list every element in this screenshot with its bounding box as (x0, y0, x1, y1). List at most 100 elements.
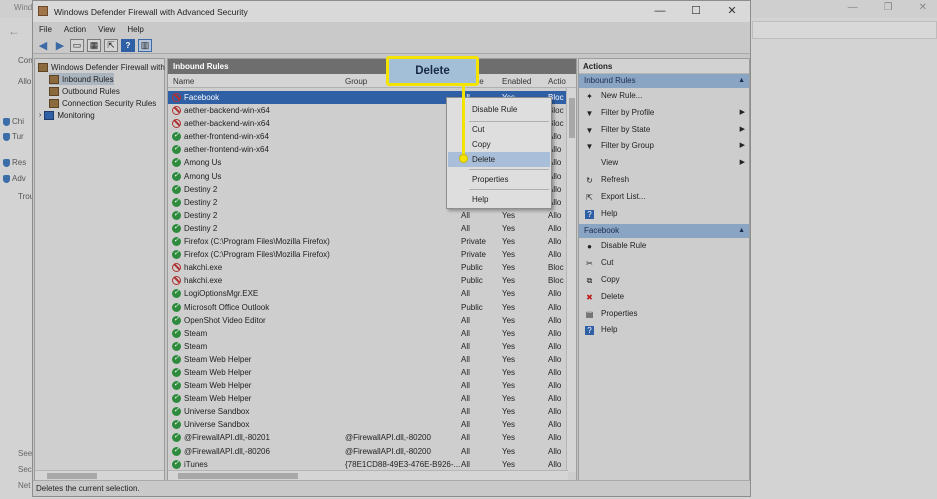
bg-restore-icon: ❐ (883, 2, 893, 13)
action-export-list[interactable]: ⇱ Export List... (579, 189, 749, 206)
rule-action: Allo (548, 446, 562, 456)
table-row[interactable]: @FirewallAPI.dll,-80201 @FirewallAPI.dll,… (168, 431, 568, 444)
list-vertical-scrollbar[interactable] (566, 88, 576, 472)
action-delete[interactable]: ✖ Delete (579, 289, 749, 306)
toolbar: ◀ ▶ ▭ ▦ ⇱ ? ▥ (33, 37, 750, 54)
table-row[interactable]: Steam Web Helper All Yes Allo (168, 379, 568, 392)
rule-action: Allo (548, 237, 562, 247)
help-icon[interactable]: ? (121, 38, 135, 52)
column-header-name[interactable]: Name (173, 77, 194, 86)
tree-item-inbound-rules[interactable]: Inbound Rules (49, 73, 114, 85)
actions-section-inbound-rules[interactable]: Inbound Rules (579, 74, 749, 88)
rule-profile: All (461, 420, 470, 430)
allow-rule-icon (172, 223, 181, 233)
action-help[interactable]: ? Help (579, 322, 749, 339)
rule-name: Universe Sandbox (184, 420, 250, 430)
table-row[interactable]: hakchi.exe Public Yes Bloc (168, 261, 568, 274)
tree-item-connection-security-rules[interactable]: Connection Security Rules (49, 97, 156, 109)
rule-enabled: Yes (502, 328, 516, 338)
menu-file[interactable]: File (39, 25, 52, 34)
context-help[interactable]: Help (448, 192, 550, 207)
export-list-icon[interactable]: ⇱ (104, 38, 118, 52)
table-row[interactable]: Universe Sandbox All Yes Allo (168, 418, 568, 431)
table-row[interactable]: Universe Sandbox All Yes Allo (168, 405, 568, 418)
action-properties[interactable]: ▤ Properties (579, 306, 749, 323)
scrollbar-thumb[interactable] (178, 473, 298, 479)
column-header-action[interactable]: Actio (548, 77, 566, 86)
table-row[interactable]: Destiny 2 All Yes Allo (168, 222, 568, 235)
scrollbar-thumb[interactable] (47, 473, 97, 479)
show-hide-action-pane-icon[interactable]: ▥ (138, 38, 152, 52)
tree-root[interactable]: Windows Defender Firewall with (38, 61, 165, 73)
allow-rule-icon (172, 236, 181, 247)
action-disable-rule[interactable]: ● Disable Rule (579, 238, 749, 255)
action-filter-by-state[interactable]: ▼ Filter by State ▶ (579, 122, 749, 139)
menu-action[interactable]: Action (64, 25, 86, 34)
tree-item-outbound-rules[interactable]: Outbound Rules (49, 85, 120, 97)
menu-view[interactable]: View (98, 25, 115, 34)
action-help[interactable]: ? Help (579, 206, 749, 223)
table-row[interactable]: @FirewallAPI.dll,-80206 @FirewallAPI.dll,… (168, 445, 568, 458)
background-side-item: Allo (18, 77, 31, 86)
show-hide-tree-icon[interactable]: ▦ (87, 38, 101, 52)
action-copy[interactable]: ⧉ Copy (579, 272, 749, 289)
menubar: File Action View Help (33, 22, 750, 37)
column-header-enabled[interactable]: Enabled (502, 77, 531, 86)
rule-name: @FirewallAPI.dll,-80206 (184, 446, 270, 456)
table-row[interactable]: Microsoft Office Outlook Public Yes Allo (168, 301, 568, 314)
rule-enabled: Yes (502, 407, 516, 417)
table-row[interactable]: Destiny 2 All Yes Allo (168, 209, 568, 222)
rule-profile: All (461, 289, 470, 299)
back-arrow-icon[interactable]: ◀ (36, 39, 50, 52)
table-row[interactable]: Steam Web Helper All Yes Allo (168, 366, 568, 379)
table-row[interactable]: LogiOptionsMgr.EXE All Yes Allo (168, 287, 568, 300)
menu-help[interactable]: Help (127, 25, 143, 34)
background-bottom-item: Net (18, 481, 31, 490)
context-properties[interactable]: Properties (448, 172, 550, 187)
action-new-rule[interactable]: ✦ New Rule... (579, 88, 749, 105)
window-titlebar: Windows Defender Firewall with Advanced … (33, 1, 750, 22)
view-icon (585, 159, 594, 168)
actions-pane: Actions Inbound Rules ✦ New Rule... ▼ Filte… (578, 58, 750, 481)
action-refresh[interactable]: ↻ Refresh (579, 172, 749, 189)
table-row[interactable]: Steam Web Helper All Yes Allo (168, 353, 568, 366)
table-row[interactable]: Steam Web Helper All Yes Allo (168, 392, 568, 405)
tree-horizontal-scrollbar[interactable] (35, 470, 164, 480)
list-horizontal-scrollbar[interactable] (168, 470, 568, 480)
table-row[interactable]: OpenShot Video Editor All Yes Allo (168, 314, 568, 327)
scrollbar-thumb[interactable] (569, 98, 575, 138)
table-row[interactable]: Steam All Yes Allo (168, 340, 568, 353)
table-row[interactable]: hakchi.exe Public Yes Bloc (168, 274, 568, 287)
close-button[interactable]: ✕ (714, 1, 750, 22)
background-back-arrow-icon: ← (8, 24, 20, 38)
action-cut[interactable]: ✂ Cut (579, 255, 749, 272)
disable-rule-icon: ● (587, 242, 592, 252)
rule-name: iTunes (184, 459, 208, 469)
actions-section-facebook[interactable]: Facebook (579, 224, 749, 239)
rule-enabled: Yes (502, 302, 516, 312)
table-row[interactable]: Firefox (C:\Program Files\Mozilla Firefo… (168, 235, 568, 248)
forward-arrow-icon[interactable]: ▶ (53, 39, 67, 52)
submenu-arrow-icon: ▶ (739, 159, 745, 167)
tree-item-label: Connection Security Rules (62, 98, 157, 108)
rule-name: LogiOptionsMgr.EXE (184, 289, 259, 299)
expand-chevron-icon[interactable]: › (39, 112, 41, 119)
maximize-button[interactable]: ☐ (678, 1, 714, 22)
up-folder-icon[interactable]: ▭ (70, 38, 84, 52)
column-header-group[interactable]: Group (345, 77, 367, 86)
rule-action: Allo (548, 210, 562, 220)
action-filter-by-group[interactable]: ▼ Filter by Group ▶ (579, 138, 749, 155)
action-filter-by-profile[interactable]: ▼ Filter by Profile ▶ (579, 105, 749, 122)
submenu-arrow-icon: ▶ (739, 125, 745, 133)
table-row[interactable]: Firefox (C:\Program Files\Mozilla Firefo… (168, 248, 568, 261)
table-row[interactable]: Steam All Yes Allo (168, 327, 568, 340)
allow-rule-icon (172, 302, 181, 312)
action-view[interactable]: View ▶ (579, 155, 749, 172)
action-label: Copy (601, 274, 620, 284)
minimize-button[interactable]: — (642, 1, 678, 22)
background-side-label: Con (18, 56, 33, 65)
background-bottom-links: See Sec Net (18, 446, 32, 494)
table-row[interactable]: iTunes {78E1CD88-49E3-476E-B926-...All Yes… (168, 458, 568, 471)
tree-item-monitoring[interactable]: › Monitoring (39, 109, 95, 121)
rule-profile: All (461, 446, 470, 456)
